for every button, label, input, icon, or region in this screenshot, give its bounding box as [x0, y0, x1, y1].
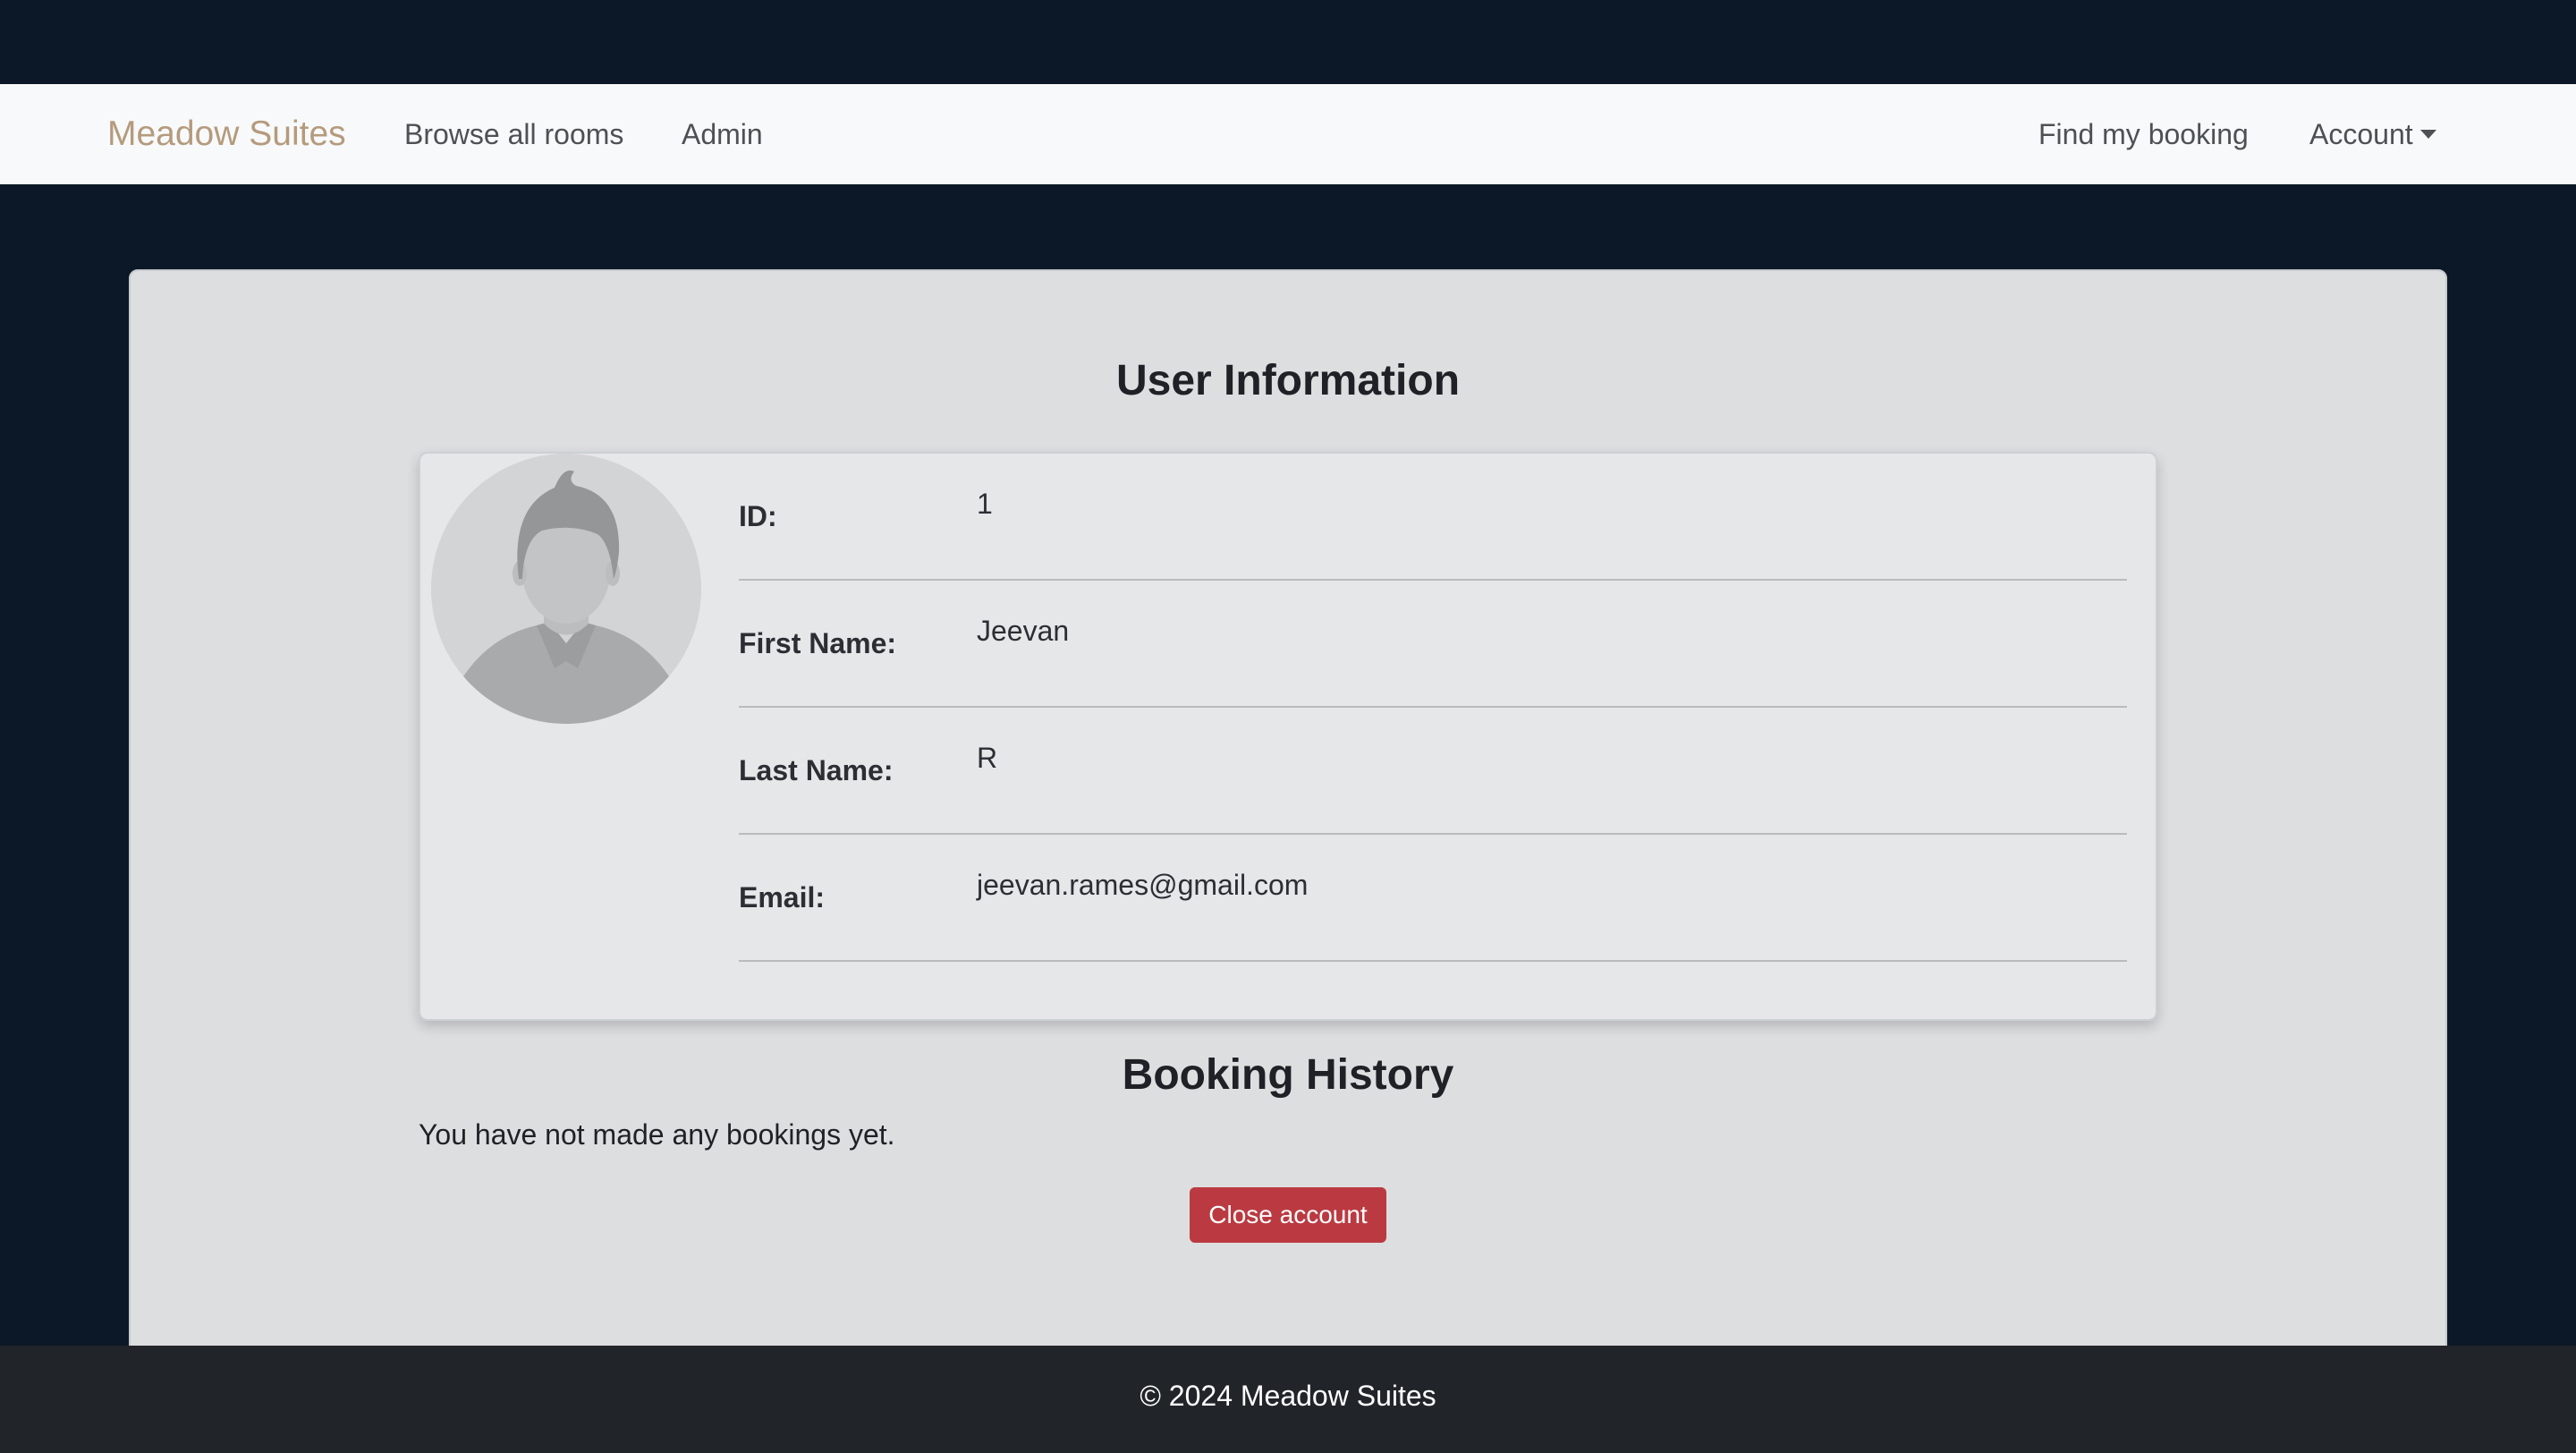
last-name-label: Last Name:: [739, 754, 894, 786]
first-name-label: First Name:: [739, 627, 897, 659]
close-account-button[interactable]: Close account: [1190, 1187, 1386, 1243]
info-row-email: Email: jeevan.rames@gmail.com: [739, 835, 2127, 962]
id-label: ID:: [739, 500, 777, 532]
user-info-card: ID: 1 First Name: Jeevan Last Name: R Em…: [419, 452, 2157, 1021]
page-footer: © 2024 Meadow Suites: [0, 1346, 2576, 1453]
nav-account-label: Account: [2309, 118, 2413, 150]
email-label: Email:: [739, 881, 826, 913]
nav-admin[interactable]: Admin: [682, 84, 763, 184]
no-bookings-message: You have not made any bookings yet.: [419, 1118, 895, 1151]
nav-browse-rooms[interactable]: Browse all rooms: [404, 84, 623, 184]
info-row-id: ID: 1: [739, 454, 2127, 581]
caret-down-icon: [2419, 130, 2436, 139]
email-value: jeevan.rames@gmail.com: [977, 869, 1309, 901]
user-avatar-icon: [431, 454, 701, 724]
nav-account-dropdown[interactable]: Account: [2309, 84, 2436, 184]
user-information-title: User Information: [1115, 357, 1461, 404]
footer-copyright: © 2024 Meadow Suites: [1140, 1380, 1436, 1412]
booking-history-title: Booking History: [1122, 1051, 1454, 1099]
top-navbar: Meadow Suites Browse all rooms Admin Fin…: [0, 84, 2576, 184]
info-row-last-name: Last Name: R: [739, 708, 2127, 835]
brand-link[interactable]: Meadow Suites: [107, 84, 346, 184]
first-name-value: Jeevan: [977, 615, 1070, 647]
last-name-value: R: [977, 742, 998, 774]
nav-find-booking[interactable]: Find my booking: [2038, 84, 2249, 184]
info-row-first-name: First Name: Jeevan: [739, 581, 2127, 708]
id-value: 1: [977, 488, 993, 520]
